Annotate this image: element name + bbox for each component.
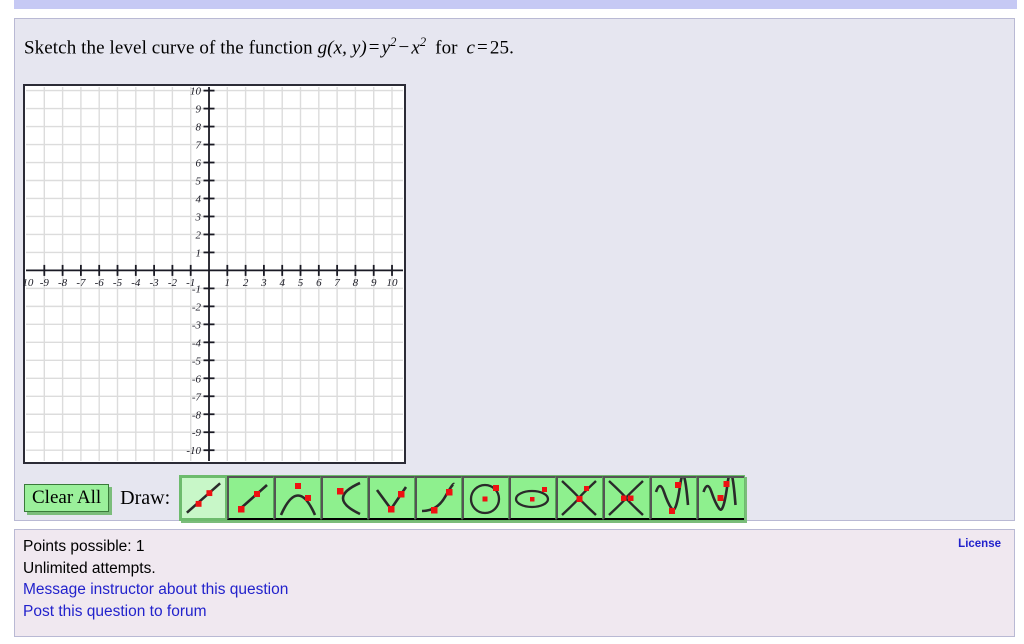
line-tool[interactable]	[180, 476, 228, 520]
cosine-wave-tool-glyph	[702, 478, 737, 512]
x-tick-label: -4	[131, 277, 141, 289]
license-link[interactable]: License	[958, 538, 1001, 550]
y-tick-label: -6	[192, 373, 202, 385]
x-tick-label: 7	[334, 277, 340, 289]
hyperbola-vertical-tool-glyph	[561, 480, 597, 516]
y-tick-label: -8	[192, 409, 202, 421]
graph-canvas[interactable]: -10-9-8-7-6-5-4-3-2-112345678910 1098765…	[23, 84, 406, 464]
y-tick-label: -7	[192, 391, 202, 403]
x-tick-label: -10	[23, 277, 34, 289]
period: .	[509, 37, 514, 59]
y-tick-label: 8	[196, 122, 202, 134]
clear-all-button[interactable]: Clear All	[24, 483, 110, 513]
progress-bar	[14, 0, 1017, 9]
ellipse-tool[interactable]	[509, 476, 557, 520]
x-tick-label: -7	[76, 277, 86, 289]
x-tick-label: -5	[113, 277, 123, 289]
y-tick-label: 10	[190, 86, 202, 98]
constant-equals: =	[477, 37, 488, 59]
footer-panel: Points possible: 1 Unlimited attempts. M…	[14, 529, 1015, 637]
ray-tool[interactable]	[227, 476, 275, 520]
minus-sign: −	[398, 37, 410, 59]
absolute-value-tool-glyph	[376, 486, 408, 513]
exponential-curve-tool[interactable]	[415, 476, 463, 520]
x-tick-label: 3	[260, 277, 267, 289]
question-prefix: Sketch the level curve of the function	[24, 37, 318, 59]
draw-label: Draw:	[120, 486, 171, 509]
cosine-wave-tool[interactable]	[697, 476, 745, 520]
coordinate-plane[interactable]: -10-9-8-7-6-5-4-3-2-112345678910 1098765…	[23, 84, 406, 464]
ray-tool-glyph	[238, 484, 268, 513]
x-tick-label: -2	[168, 277, 178, 289]
x-tick-label: 2	[243, 277, 249, 289]
y-tick-label: -2	[192, 301, 202, 313]
message-instructor-link[interactable]: Message instructor about this question	[23, 579, 288, 601]
x-tick-label: 4	[279, 277, 285, 289]
sine-wave-tool-glyph	[654, 478, 690, 514]
x-tick-label: -6	[95, 277, 105, 289]
parabola-down-tool[interactable]	[274, 476, 322, 520]
circle-tool-glyph	[469, 483, 501, 515]
hyperbola-horizontal-tool-glyph	[608, 480, 644, 516]
parabola-left-tool-glyph	[337, 481, 361, 516]
parabola-down-tool-glyph	[279, 483, 317, 516]
question-panel: Sketch the level curve of the function g…	[14, 18, 1015, 521]
ellipse-tool-glyph	[514, 487, 550, 509]
absolute-value-tool[interactable]	[368, 476, 416, 520]
y-tick-label: 3	[195, 211, 202, 223]
x-tick-label: -3	[150, 277, 160, 289]
x-tick-label: 1	[225, 277, 231, 289]
exponential-curve-tool-glyph	[422, 482, 456, 514]
question-prompt: Sketch the level curve of the function g…	[24, 35, 514, 59]
page-root: Sketch the level curve of the function g…	[0, 0, 1024, 644]
term1-base: y	[381, 37, 391, 59]
drawing-toolbar: Clear All Draw:	[24, 474, 746, 522]
circle-tool[interactable]	[462, 476, 510, 520]
term1-exponent: 2	[390, 35, 397, 49]
y-tick-label: -5	[192, 355, 202, 367]
hyperbola-horizontal-tool[interactable]	[603, 476, 651, 520]
post-forum-link[interactable]: Post this question to forum	[23, 601, 207, 623]
attempts-text: Unlimited attempts.	[23, 559, 156, 577]
for-word: for	[435, 37, 458, 59]
function-name: g	[317, 37, 328, 59]
sine-wave-tool[interactable]	[650, 476, 698, 520]
x-tick-label: 8	[353, 277, 359, 289]
hyperbola-vertical-tool[interactable]	[556, 476, 604, 520]
x-tick-label: -8	[58, 277, 68, 289]
x-tick-label: 9	[371, 277, 377, 289]
y-tick-label: -9	[192, 427, 202, 439]
equals-sign: =	[368, 37, 380, 59]
y-tick-label: -3	[192, 319, 202, 331]
y-tick-label: -4	[192, 337, 202, 349]
y-tick-label: 6	[196, 158, 202, 170]
tool-button-strip	[179, 475, 746, 521]
function-args: (x, y)	[327, 37, 367, 59]
constant-value: 25	[489, 37, 510, 59]
y-tick-label: 9	[196, 104, 202, 116]
points-possible-text: Points possible: 1	[23, 538, 145, 555]
y-tick-label: 2	[196, 229, 202, 241]
x-tick-label: -9	[40, 277, 50, 289]
term2-base: x	[411, 37, 420, 59]
y-tick-label: 7	[196, 140, 202, 152]
x-tick-label: 6	[316, 277, 322, 289]
y-tick-label: 4	[196, 193, 202, 205]
constant-name: c	[466, 37, 476, 59]
x-tick-label: 5	[298, 277, 304, 289]
y-tick-label: 5	[196, 176, 202, 188]
line-tool-glyph	[186, 482, 222, 514]
y-tick-label: -10	[186, 445, 201, 457]
y-tick-label: 1	[196, 247, 202, 259]
x-tick-label: 10	[387, 277, 399, 289]
y-tick-label: -1	[192, 283, 201, 295]
footer-text-block: Points possible: 1 Unlimited attempts. M…	[23, 536, 288, 622]
parabola-left-tool[interactable]	[321, 476, 369, 520]
